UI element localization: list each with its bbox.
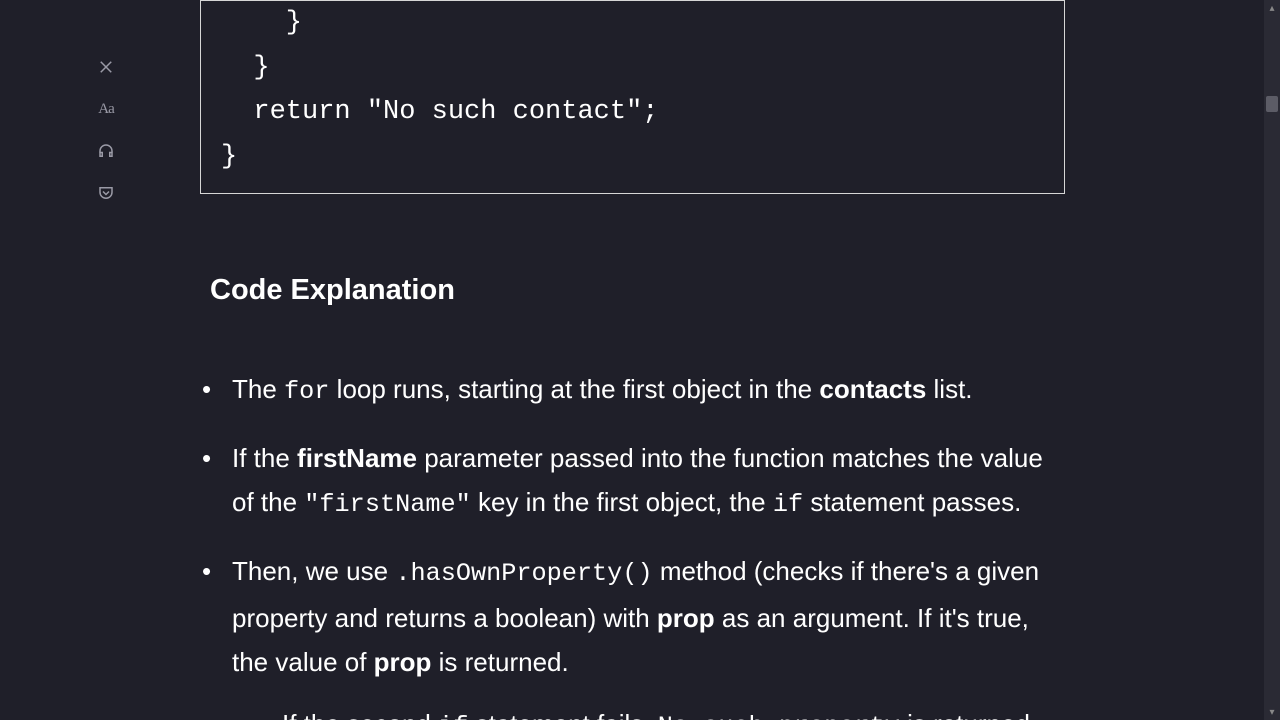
list-item: If the firstName parameter passed into t… — [200, 436, 1065, 527]
text: If the second — [282, 709, 438, 720]
text: is returned. — [431, 647, 568, 677]
text: If the — [232, 443, 297, 473]
text: key in the first object, the — [471, 487, 773, 517]
inline-code: No such property — [658, 712, 900, 720]
nested-list: If the second if statement fails, No suc… — [232, 702, 1065, 720]
scroll-up-icon[interactable]: ▴ — [1264, 0, 1280, 16]
code-line: } — [221, 53, 270, 83]
scroll-down-icon[interactable]: ▾ — [1264, 704, 1280, 720]
code-block: } } return "No such contact"; } — [200, 0, 1065, 194]
explanation-list: The for loop runs, starting at the first… — [200, 367, 1065, 720]
close-icon[interactable] — [94, 55, 118, 79]
article-content: } } return "No such contact"; } Code Exp… — [200, 0, 1065, 720]
text: statement passes. — [803, 487, 1021, 517]
text: loop runs, starting at the first object … — [329, 374, 819, 404]
text: is returned. — [900, 709, 1037, 720]
inline-code: for — [284, 377, 329, 406]
bold-text: prop — [374, 647, 432, 677]
scrollbar-thumb[interactable] — [1266, 96, 1278, 112]
pocket-icon[interactable] — [94, 181, 118, 205]
inline-code: "firstName" — [304, 490, 470, 519]
list-item: If the second if statement fails, No suc… — [252, 702, 1065, 720]
code-line: } — [221, 8, 302, 38]
headphones-icon[interactable] — [94, 139, 118, 163]
section-heading: Code Explanation — [210, 274, 1065, 307]
code-line: } — [221, 142, 237, 172]
code-line: return "No such contact"; — [221, 97, 658, 127]
list-item: The for loop runs, starting at the first… — [200, 367, 1065, 414]
bold-text: prop — [657, 603, 715, 633]
text: statement fails, — [468, 709, 657, 720]
inline-code: if — [438, 712, 468, 720]
text: The — [232, 374, 284, 404]
text: Then, we use — [232, 556, 395, 586]
text: list. — [926, 374, 972, 404]
bold-text: contacts — [819, 374, 926, 404]
scrollbar-track[interactable]: ▴ ▾ — [1264, 0, 1280, 720]
bold-text: firstName — [297, 443, 417, 473]
list-item: Then, we use .hasOwnProperty() method (c… — [200, 549, 1065, 720]
font-settings-icon[interactable]: Aa — [94, 97, 118, 121]
inline-code: if — [773, 490, 803, 519]
reader-sidebar: Aa — [92, 55, 120, 205]
inline-code: .hasOwnProperty() — [395, 559, 652, 588]
